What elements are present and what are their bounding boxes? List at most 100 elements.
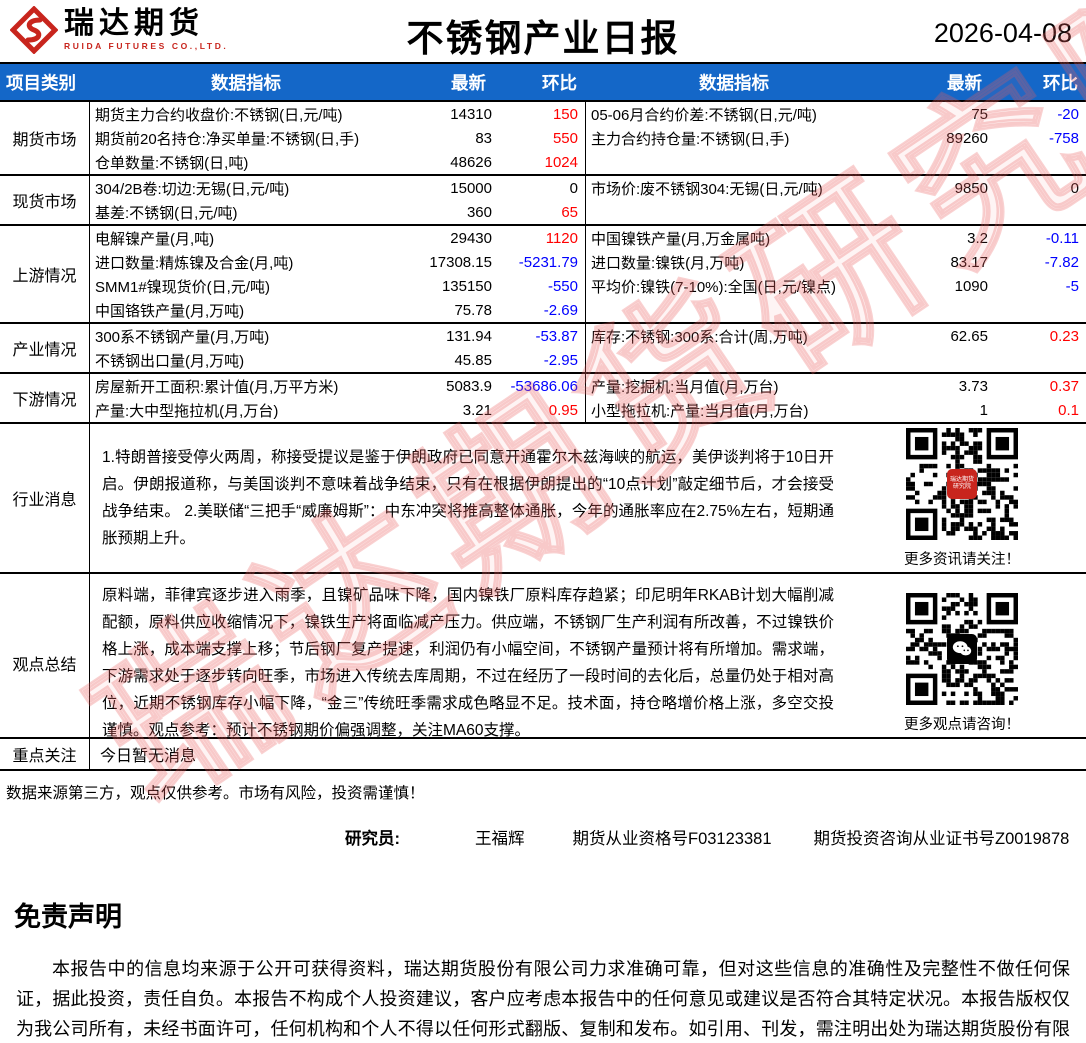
latest-value: 75: [971, 105, 988, 123]
indicator-label: 产量:挖掘机:当月值(月,万台): [585, 374, 883, 398]
change-value: -758: [1048, 129, 1079, 147]
latest-value: 14310: [450, 105, 492, 123]
indicator-label: 进口数量:精炼镍及合金(月,吨): [95, 254, 294, 272]
table-group: 期货市场 期货主力合约收盘价:不锈钢(日,元/吨) 14310 150 05-06月合约…: [0, 102, 1086, 176]
indicator-label: 期货前20名持仓:净买单量:不锈钢(日,手): [95, 130, 360, 148]
indicator-label: SMM1#镍现货价(日,元/吨): [95, 278, 271, 296]
table-row: 产量:大中型拖拉机(月,万台) 3.21 0.95 小型拖拉机:产量:当月值(月,万台…: [90, 398, 1086, 422]
latest-value: 5083.9: [446, 377, 492, 395]
key-focus-section: 重点关注 今日暂无消息: [0, 739, 1086, 771]
category-label: 行业消息: [0, 424, 90, 572]
change-value: -2.95: [543, 351, 578, 369]
qrcode-news: 瑞达期货 研究院: [906, 427, 1018, 540]
latest-value: 17308.15: [429, 253, 492, 271]
col-latest-right: 最新: [947, 72, 982, 93]
indicator-label: 不锈钢出口量(月,万吨): [95, 352, 245, 370]
latest-value: 131.94: [446, 327, 492, 345]
indicator-label: 房屋新开工面积:累计值(月,万平方米): [95, 378, 339, 396]
change-value: -7.82: [1044, 253, 1079, 271]
viewpoint-summary-text: 原料端，菲律宾逐步进入雨季，且镍矿品味下降，国内镍铁厂原料库存趋紧；印尼明年RK…: [102, 587, 834, 739]
latest-value: 45.85: [454, 351, 492, 369]
latest-value: 89260: [946, 129, 988, 147]
indicator-label: [585, 150, 883, 174]
latest-value: 75.78: [454, 301, 492, 319]
change-value: -2.69: [543, 301, 578, 319]
latest-value: 135150: [441, 277, 492, 295]
indicator-label: 库存:不锈钢:300系:合计(周,万吨): [585, 324, 883, 348]
col-change-right: 环比: [1043, 72, 1078, 93]
category-label: 期货市场: [0, 102, 90, 174]
indicator-label: 仓单数量:不锈钢(日,吨): [95, 154, 249, 172]
indicator-label: 市场价:废不锈钢304:无锡(日,元/吨): [585, 176, 883, 200]
news-qr-caption: 更多资讯请关注！: [904, 551, 1020, 568]
indicator-label: 304/2B卷:切边:无锡(日,元/吨): [95, 180, 290, 198]
latest-value: 1: [979, 401, 988, 419]
table-group: 现货市场 304/2B卷:切边:无锡(日,元/吨) 15000 0 市场价:废不锈钢30…: [0, 176, 1086, 226]
change-value: -550: [547, 277, 578, 295]
qr-center-logo: 瑞达期货 研究院: [947, 468, 977, 499]
latest-value: 15000: [450, 179, 492, 197]
indicator-label: 基差:不锈钢(日,元/吨): [95, 204, 238, 222]
change-value: 0.95: [548, 401, 578, 419]
change-value: -5231.79: [518, 253, 578, 271]
indicator-label: 中国镍铁产量(月,万金属吨): [585, 226, 883, 250]
change-value: 0.37: [1049, 377, 1079, 395]
indicator-label: 主力合约持仓量:不锈钢(日,手): [585, 126, 883, 150]
news-qr-area: 瑞达期货 研究院 更多资讯请关注！: [838, 424, 1086, 572]
industry-news-text: 1.特朗普接受停火两周，称接受提议是鉴于伊朗政府已同意开通霍尔木兹海峡的航运，美…: [102, 449, 834, 547]
table-group: 上游情况 电解镍产量(月,吨) 29430 1120 中国镍铁产量(月,万金属吨) 3.2…: [0, 226, 1086, 324]
change-value: 1120: [545, 229, 578, 247]
report-page: 瑞达期货 RUIDA FUTURES CO.,LTD. 不锈钢产业日报 2026…: [0, 0, 1086, 1043]
category-label: 上游情况: [0, 226, 90, 322]
indicator-label: [585, 200, 883, 224]
latest-value: 360: [466, 203, 492, 221]
disclaimer-title: 免责声明: [14, 902, 122, 932]
qrcode-summary: [906, 592, 1018, 705]
indicator-label: 小型拖拉机:产量:当月值(月,万台): [585, 398, 883, 422]
change-value: 0.1: [1058, 401, 1079, 419]
indicator-label: 期货主力合约收盘价:不锈钢(日,元/吨): [95, 106, 343, 124]
summary-qr-area: 更多观点请咨询！: [838, 574, 1086, 752]
indicator-label: 平均价:镍铁(7-10%):全国(日,元/镍点): [585, 274, 883, 298]
key-focus-text: 今日暂无消息: [100, 748, 197, 765]
indicator-label: 300系不锈钢产量(月,万吨): [95, 328, 270, 346]
industry-news-section: 行业消息 1.特朗普接受停火两周，称接受提议是鉴于伊朗政府已同意开通霍尔木兹海峡…: [0, 424, 1086, 574]
change-value: -53.87: [535, 327, 578, 345]
table-row: 电解镍产量(月,吨) 29430 1120 中国镍铁产量(月,万金属吨) 3.2 -0.1…: [90, 226, 1086, 250]
indicator-label: 电解镍产量(月,吨): [95, 230, 215, 248]
change-value: 0: [569, 179, 578, 197]
latest-value: 29430: [450, 229, 492, 247]
category-label: 重点关注: [0, 739, 90, 769]
table-row: 基差:不锈钢(日,元/吨) 360 65: [90, 200, 1086, 224]
latest-value: 1090: [954, 277, 988, 295]
table-row: 304/2B卷:切边:无锡(日,元/吨) 15000 0 市场价:废不锈钢304:无锡…: [90, 176, 1086, 200]
change-value: -0.11: [1045, 229, 1079, 247]
indicator-label: 进口数量:镍铁(月,万吨): [585, 250, 883, 274]
change-value: 0: [1070, 179, 1079, 197]
change-value: -53686.06: [510, 377, 578, 395]
col-indicator-left: 数据指标: [211, 72, 281, 93]
latest-value: 3.73: [958, 377, 988, 395]
latest-value: 48626: [450, 153, 492, 171]
data-source-note: 数据来源第三方，观点仅供参考。市场有风险，投资需谨慎！: [6, 785, 425, 802]
latest-value: 62.65: [950, 327, 988, 345]
disclaimer-body: 本报告中的信息均来源于公开可获得资料，瑞达期货股份有限公司力求准确可靠，但对这些…: [16, 959, 1070, 1039]
table-row: 期货前20名持仓:净买单量:不锈钢(日,手) 83 550 主力合约持仓量:不锈钢(日…: [90, 126, 1086, 150]
table-row: SMM1#镍现货价(日,元/吨) 135150 -550 平均价:镍铁(7-10%):…: [90, 274, 1086, 298]
table-row: 中国铬铁产量(月,万吨) 75.78 -2.69: [90, 298, 1086, 322]
category-label: 观点总结: [0, 574, 90, 752]
latest-value: 3.2: [967, 229, 988, 247]
table-row: 进口数量:精炼镍及合金(月,吨) 17308.15 -5231.79 进口数量:镍铁(…: [90, 250, 1086, 274]
latest-value: 3.21: [462, 401, 492, 419]
change-value: 65: [561, 203, 578, 221]
category-label: 现货市场: [0, 176, 90, 224]
table-row: 仓单数量:不锈钢(日,吨) 48626 1024: [90, 150, 1086, 174]
table-group: 产业情况 300系不锈钢产量(月,万吨) 131.94 -53.87 库存:不锈钢:30…: [0, 324, 1086, 374]
table-row: 期货主力合约收盘价:不锈钢(日,元/吨) 14310 150 05-06月合约价差:不…: [90, 102, 1086, 126]
indicator-label: [585, 348, 883, 372]
table-row: 不锈钢出口量(月,万吨) 45.85 -2.95: [90, 348, 1086, 372]
col-latest-left: 最新: [451, 72, 486, 93]
indicator-label: 中国铬铁产量(月,万吨): [95, 302, 245, 320]
change-value: -5: [1065, 277, 1079, 295]
table-header-row: 项目类别 数据指标 最新 环比 数据指标 最新 环比: [0, 62, 1086, 102]
